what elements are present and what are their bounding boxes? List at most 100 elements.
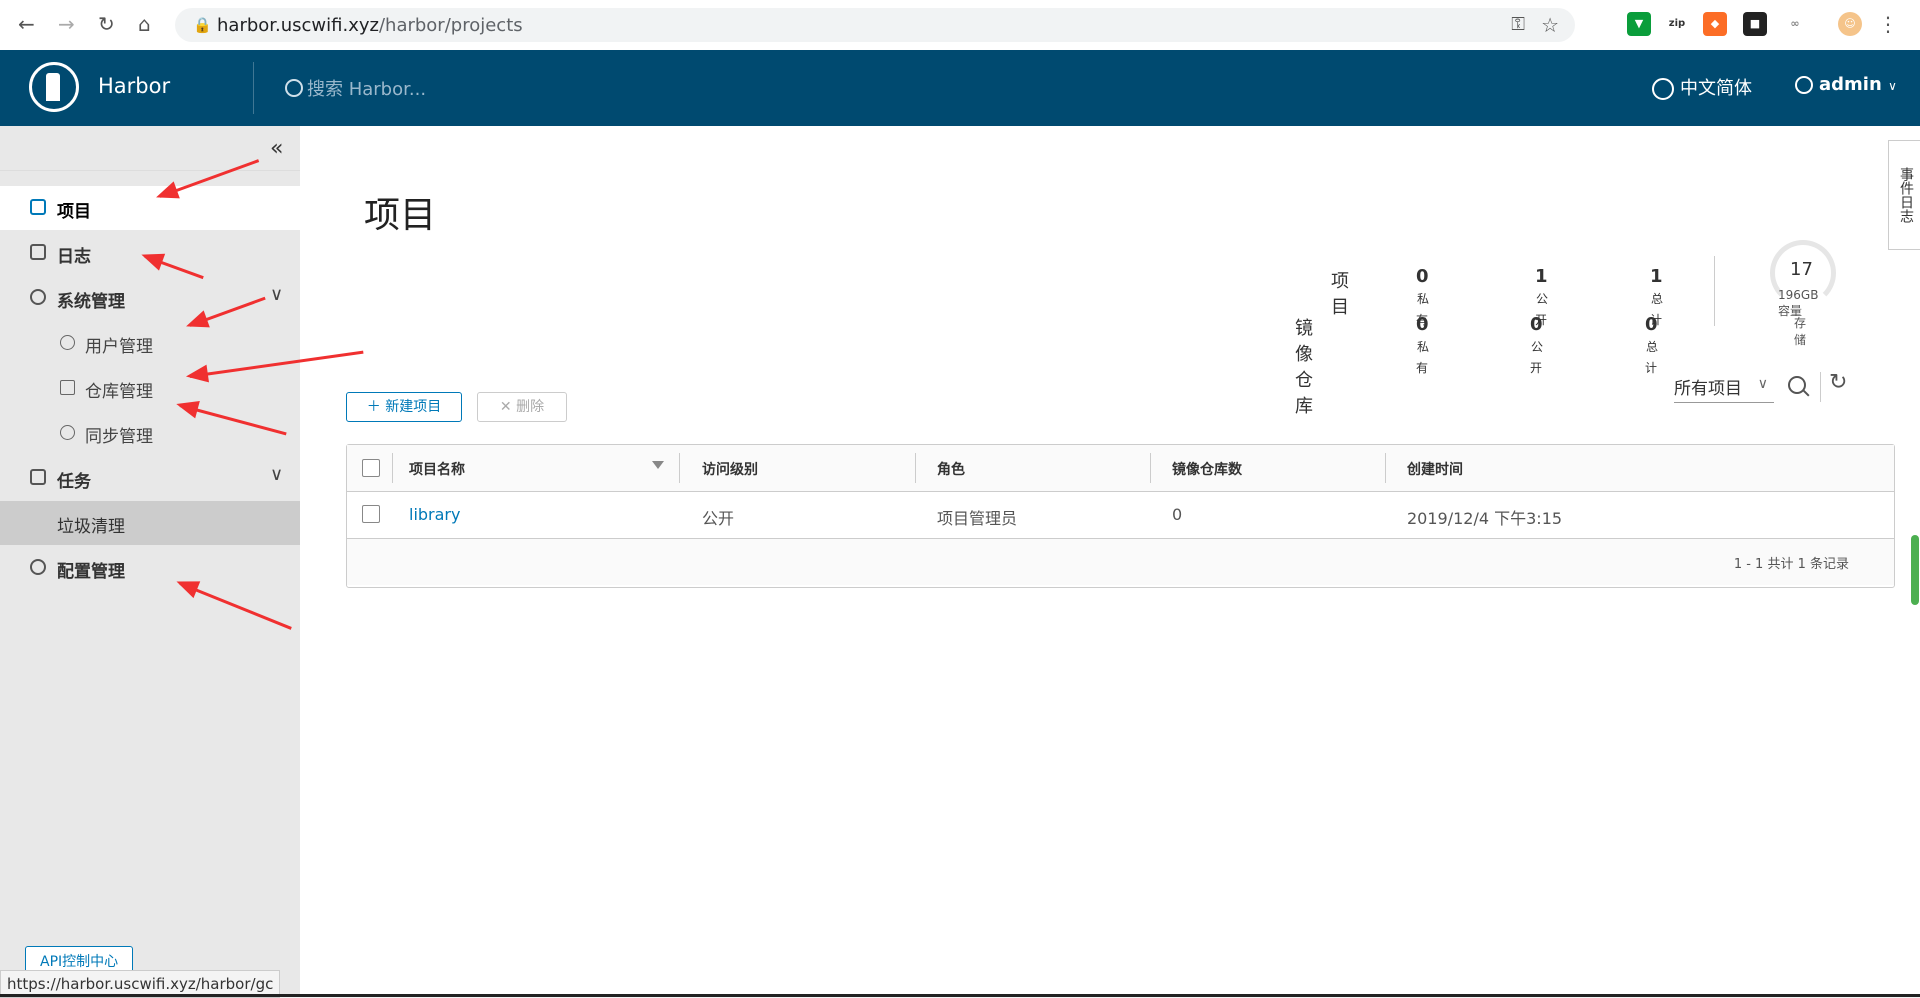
gear-icon	[30, 559, 46, 575]
collapse-sidebar-icon[interactable]: «	[270, 136, 283, 161]
user-menu[interactable]: admin ∨	[1795, 74, 1897, 95]
language-switcher[interactable]: 中文简体	[1652, 74, 1752, 100]
close-icon: ✕	[499, 399, 517, 415]
new-project-label: 新建项目	[385, 399, 442, 415]
bookmark-star-icon[interactable]: ☆	[1541, 13, 1559, 37]
sidebar-item-label: 同步管理	[85, 427, 153, 447]
key-icon[interactable]: ⚿	[1511, 14, 1525, 35]
sidebar-item-replications[interactable]: 同步管理	[0, 411, 300, 455]
projects-icon	[30, 199, 46, 215]
main-content: 项目 项目 镜像仓库 0私有 1公开 1总计 0私有 0公开 0总计 17 19…	[300, 126, 1920, 997]
users-icon	[60, 335, 75, 350]
table-header: 项目名称 访问级别 角色 镜像仓库数 创建时间	[347, 445, 1894, 492]
column-separator	[1385, 453, 1386, 483]
new-project-button[interactable]: ＋ 新建项目	[346, 392, 462, 422]
column-separator	[679, 453, 680, 483]
chevron-down-icon: ∨	[1757, 376, 1768, 392]
refresh-icon[interactable]: ↻	[1829, 370, 1847, 395]
search-input[interactable]: 搜索 Harbor...	[307, 79, 426, 100]
header-divider	[253, 62, 254, 114]
column-header-created[interactable]: 创建时间	[1407, 459, 1463, 479]
storage-value: 17	[1790, 259, 1813, 280]
shield-extension-icon[interactable]: ▼	[1627, 12, 1651, 36]
browser-toolbar: ← → ↻ ⌂ 🔒 harbor.uscwifi.xyz/harbor/proj…	[0, 0, 1920, 51]
repos-public-count: 0公开	[1530, 314, 1544, 375]
pagination-text: 1 - 1 共计 1 条记录	[1733, 557, 1849, 572]
row-checkbox[interactable]	[362, 505, 380, 523]
user-icon	[1795, 76, 1813, 94]
column-header-access[interactable]: 访问级别	[702, 459, 758, 479]
sidebar-item-registries[interactable]: 仓库管理	[0, 366, 300, 410]
stats-divider	[1714, 256, 1715, 326]
select-all-checkbox[interactable]	[362, 459, 380, 477]
column-header-name[interactable]: 项目名称	[409, 459, 465, 479]
sidebar-item-garbage-collection[interactable]: 垃圾清理	[0, 501, 300, 545]
project-repo-count: 0	[1172, 505, 1183, 524]
notification-extension-icon[interactable]: ■	[1743, 12, 1767, 36]
sidebar-item-label: 配置管理	[57, 562, 125, 582]
search-icon[interactable]	[1788, 376, 1806, 394]
table-row[interactable]: library 公开 项目管理员 0 2019/12/4 下午3:15	[347, 492, 1894, 539]
language-label: 中文简体	[1680, 78, 1752, 99]
sidebar-item-projects[interactable]: 项目	[0, 186, 300, 230]
cloud-sync-icon	[60, 425, 75, 440]
globe-icon	[1652, 78, 1674, 100]
delete-label: 删除	[516, 399, 545, 415]
gitzip-extension-icon[interactable]: zip	[1665, 12, 1689, 36]
project-name-link[interactable]: library	[409, 505, 460, 524]
global-search[interactable]: 搜索 Harbor...	[285, 75, 426, 101]
project-filter-select[interactable]: 所有项目 ∨	[1674, 374, 1774, 403]
bike-extension-icon[interactable]: ∞	[1783, 12, 1807, 36]
browser-menu-icon[interactable]: ⋮	[1878, 12, 1898, 36]
chevron-down-icon[interactable]: ∨	[270, 284, 283, 305]
column-separator	[1150, 453, 1151, 483]
sidebar-item-label: 任务	[57, 472, 91, 492]
filter-funnel-icon[interactable]	[652, 461, 664, 469]
plus-icon: ＋	[366, 399, 386, 415]
home-icon[interactable]: ⌂	[138, 12, 151, 36]
address-bar[interactable]: 🔒 harbor.uscwifi.xyz/harbor/projects ⚿ ☆	[175, 8, 1575, 42]
sidebar-item-label: 日志	[57, 247, 91, 267]
column-header-role[interactable]: 角色	[937, 459, 965, 479]
scroll-indicator[interactable]	[1911, 535, 1919, 605]
username: admin	[1819, 74, 1882, 95]
reload-icon[interactable]: ↻	[98, 12, 115, 36]
column-separator	[392, 453, 393, 483]
admin-icon	[30, 289, 46, 305]
delete-button[interactable]: ✕ 删除	[477, 392, 567, 422]
stats-projects-label: 项目	[1331, 271, 1349, 318]
toolbar-divider	[1820, 372, 1821, 402]
chevron-down-icon[interactable]: ∨	[270, 464, 283, 485]
event-log-tab[interactable]: 事件日志	[1888, 140, 1920, 250]
cube-icon	[60, 380, 75, 395]
sidebar-item-label: 垃圾清理	[57, 517, 125, 537]
log-icon	[30, 244, 46, 260]
brand-name[interactable]: Harbor	[98, 74, 170, 98]
page-title: 项目	[364, 195, 437, 236]
sidebar-item-administration[interactable]: 系统管理 ∨	[0, 276, 300, 320]
stats-repos-label: 镜像仓库	[1295, 318, 1313, 417]
search-icon	[285, 79, 303, 97]
gitlab-extension-icon[interactable]: ◆	[1703, 12, 1727, 36]
project-role: 项目管理员	[937, 509, 1018, 528]
column-header-repo-count[interactable]: 镜像仓库数	[1172, 459, 1242, 479]
repos-private-count: 0私有	[1416, 314, 1430, 375]
back-arrow-icon[interactable]: ←	[18, 12, 35, 36]
project-created: 2019/12/4 下午3:15	[1407, 509, 1563, 528]
sidebar-item-configuration[interactable]: 配置管理	[0, 546, 300, 590]
sidebar-item-label: 项目	[57, 202, 91, 222]
projects-table: 项目名称 访问级别 角色 镜像仓库数 创建时间 library 公开 项目管理员…	[346, 444, 1895, 588]
sidebar-item-label: 系统管理	[57, 292, 125, 312]
lock-icon: 🔒	[193, 16, 212, 34]
filter-value: 所有项目	[1674, 379, 1742, 399]
sidebar-divider	[0, 170, 300, 171]
repos-total-count: 0总计	[1645, 314, 1659, 375]
profile-avatar-icon[interactable]: ☺	[1838, 12, 1862, 36]
forward-arrow-icon[interactable]: →	[58, 12, 75, 36]
sidebar-item-users[interactable]: 用户管理	[0, 321, 300, 365]
harbor-logo-icon[interactable]	[29, 62, 79, 112]
storage-label: 存储	[1794, 316, 1807, 347]
url-text: harbor.uscwifi.xyz/harbor/projects	[217, 15, 523, 36]
app-header: Harbor 搜索 Harbor... 中文简体 admin ∨	[0, 50, 1920, 126]
sidebar-item-tasks[interactable]: 任务 ∨	[0, 456, 300, 500]
